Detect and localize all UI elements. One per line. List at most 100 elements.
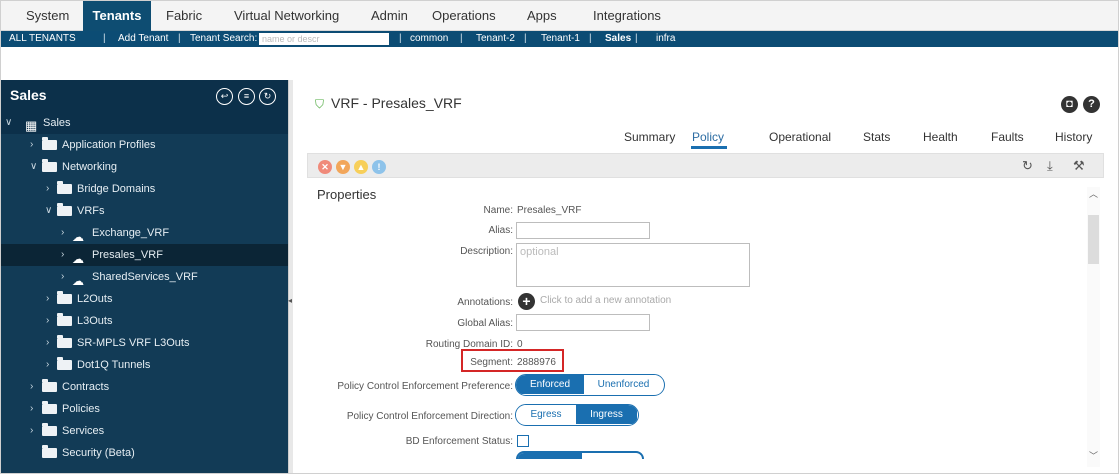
- tenant-link-infra[interactable]: infra: [656, 31, 675, 47]
- tree-item-policies[interactable]: › Policies: [1, 398, 288, 420]
- chevron-right-icon[interactable]: ›: [30, 376, 33, 398]
- folder-icon: [42, 379, 57, 392]
- tree-label: Networking: [62, 161, 118, 173]
- nav-integrations[interactable]: Integrations: [593, 1, 661, 31]
- folder-icon: [57, 291, 72, 304]
- egress-option[interactable]: Egress: [516, 405, 576, 424]
- nav-apps[interactable]: Apps: [527, 1, 557, 31]
- folder-icon: [57, 335, 72, 348]
- tab-operational[interactable]: Operational: [769, 130, 831, 144]
- refresh-icon[interactable]: ↻: [1022, 158, 1033, 174]
- chevron-right-icon[interactable]: ›: [46, 332, 49, 354]
- tree-item-services[interactable]: › Services: [1, 420, 288, 442]
- enforced-option[interactable]: Enforced: [516, 375, 584, 394]
- nav-operations[interactable]: Operations: [432, 1, 496, 31]
- bookmark-icon[interactable]: ◘: [1061, 96, 1078, 113]
- tenant-bar: ALL TENANTS | Add Tenant | Tenant Search…: [1, 31, 1118, 47]
- add-annotation-hint[interactable]: Click to add a new annotation: [540, 295, 671, 306]
- nav-virtual-networking[interactable]: Virtual Networking: [234, 1, 339, 31]
- major-fault-icon[interactable]: ▼: [336, 160, 350, 174]
- alias-input[interactable]: [516, 222, 650, 239]
- ingress-option[interactable]: Ingress: [576, 405, 637, 424]
- tab-policy[interactable]: Policy: [692, 130, 724, 144]
- tree-item-exchange-vrf[interactable]: › ☁ Exchange_VRF: [1, 222, 288, 244]
- description-input[interactable]: [516, 243, 750, 287]
- add-tenant-link[interactable]: Add Tenant: [118, 31, 168, 47]
- warning-fault-icon[interactable]: !: [372, 160, 386, 174]
- tab-summary[interactable]: Summary: [624, 130, 675, 144]
- chevron-down-icon[interactable]: ∨: [30, 156, 37, 178]
- nav-tenants[interactable]: Tenants: [83, 1, 151, 31]
- chevron-down-icon[interactable]: ∨: [45, 200, 52, 222]
- tree-item-vrfs[interactable]: ∨ VRFs: [1, 200, 288, 222]
- unenforced-option[interactable]: Unenforced: [584, 375, 663, 394]
- nav-fabric[interactable]: Fabric: [166, 1, 202, 31]
- refresh-icon[interactable]: ↻: [259, 88, 276, 105]
- tree-label: Sales: [43, 117, 71, 129]
- tenant-link-sales[interactable]: Sales: [605, 31, 631, 47]
- all-tenants-link[interactable]: ALL TENANTS: [9, 31, 76, 47]
- scroll-thumb[interactable]: [1088, 215, 1099, 264]
- tree-item-l3outs[interactable]: › L3Outs: [1, 310, 288, 332]
- tree-item-l2outs[interactable]: › L2Outs: [1, 288, 288, 310]
- help-icon[interactable]: ?: [1083, 96, 1100, 113]
- chevron-right-icon[interactable]: ›: [30, 420, 33, 442]
- tenant-search-input[interactable]: [259, 33, 389, 45]
- global-alias-input[interactable]: [516, 314, 650, 331]
- tree-label: L2Outs: [77, 293, 113, 305]
- add-annotation-icon[interactable]: +: [518, 293, 535, 310]
- tree-item-presales-vrf[interactable]: › ☁ Presales_VRF: [1, 244, 288, 266]
- tree-item-sharedservices-vrf[interactable]: › ☁ SharedServices_VRF: [1, 266, 288, 288]
- sidebar-title: Sales: [10, 87, 47, 103]
- nav-admin[interactable]: Admin: [371, 1, 408, 31]
- separator: |: [103, 33, 106, 44]
- tree-item-bridge-domains[interactable]: › Bridge Domains: [1, 178, 288, 200]
- tree-item-contracts[interactable]: › Contracts: [1, 376, 288, 398]
- chevron-right-icon[interactable]: ›: [46, 288, 49, 310]
- chevron-right-icon[interactable]: ›: [30, 134, 33, 156]
- separator: |: [178, 33, 181, 44]
- tools-icon[interactable]: ⚒: [1073, 158, 1085, 174]
- folder-icon: [57, 357, 72, 370]
- tree-item-security-beta[interactable]: Security (Beta): [1, 442, 288, 464]
- chevron-down-icon[interactable]: ﹀: [1087, 449, 1100, 461]
- tree-item-sales[interactable]: ∨ ▦ Sales: [1, 112, 288, 134]
- critical-fault-icon[interactable]: ✕: [318, 160, 332, 174]
- properties-scrollbar[interactable]: ︿ ﹀: [1087, 187, 1100, 467]
- folder-icon: [42, 159, 57, 172]
- bd-enforcement-label: BD Enforcement Status:: [405, 436, 513, 447]
- tab-faults[interactable]: Faults: [991, 130, 1024, 144]
- chevron-down-icon[interactable]: ∨: [5, 112, 12, 134]
- minor-fault-icon[interactable]: ▲: [354, 160, 368, 174]
- chevron-right-icon[interactable]: ›: [46, 178, 49, 200]
- description-label: Description:: [460, 246, 513, 257]
- back-icon[interactable]: ↩: [216, 88, 233, 105]
- tenant-link-tenant-2[interactable]: Tenant-2: [476, 31, 515, 47]
- tree-item-dot1q-tunnels[interactable]: › Dot1Q Tunnels: [1, 354, 288, 376]
- tree-item-sr-mpls-vrf-l3outs[interactable]: › SR-MPLS VRF L3Outs: [1, 332, 288, 354]
- tenant-link-common[interactable]: common: [410, 31, 448, 47]
- nav-system[interactable]: System: [26, 1, 69, 31]
- chevron-right-icon[interactable]: ›: [61, 244, 64, 266]
- bd-enforcement-checkbox[interactable]: [517, 435, 529, 447]
- tab-stats[interactable]: Stats: [863, 130, 890, 144]
- tab-health[interactable]: Health: [923, 130, 958, 144]
- tree-item-networking[interactable]: ∨ Networking: [1, 156, 288, 178]
- tree-label: Application Profiles: [62, 139, 156, 151]
- toggle-fill: [518, 453, 582, 459]
- tenant-link-tenant-1[interactable]: Tenant-1: [541, 31, 580, 47]
- chevron-right-icon[interactable]: ›: [61, 222, 64, 244]
- chevron-right-icon[interactable]: ›: [46, 310, 49, 332]
- tree-label: SR-MPLS VRF L3Outs: [77, 337, 190, 349]
- download-icon[interactable]: ⤓: [1047, 158, 1053, 174]
- chevron-right-icon[interactable]: ›: [30, 398, 33, 420]
- chevron-up-icon[interactable]: ︿: [1087, 187, 1100, 199]
- chevron-right-icon[interactable]: ›: [46, 354, 49, 376]
- partial-toggle[interactable]: [516, 451, 644, 459]
- collapse-arrow-icon[interactable]: ◂: [288, 297, 292, 305]
- tab-history[interactable]: History: [1055, 130, 1092, 144]
- chevron-right-icon[interactable]: ›: [61, 266, 64, 288]
- list-icon[interactable]: ≡: [238, 88, 255, 105]
- alias-label: Alias:: [488, 225, 513, 236]
- tree-item-application-profiles[interactable]: › Application Profiles: [1, 134, 288, 156]
